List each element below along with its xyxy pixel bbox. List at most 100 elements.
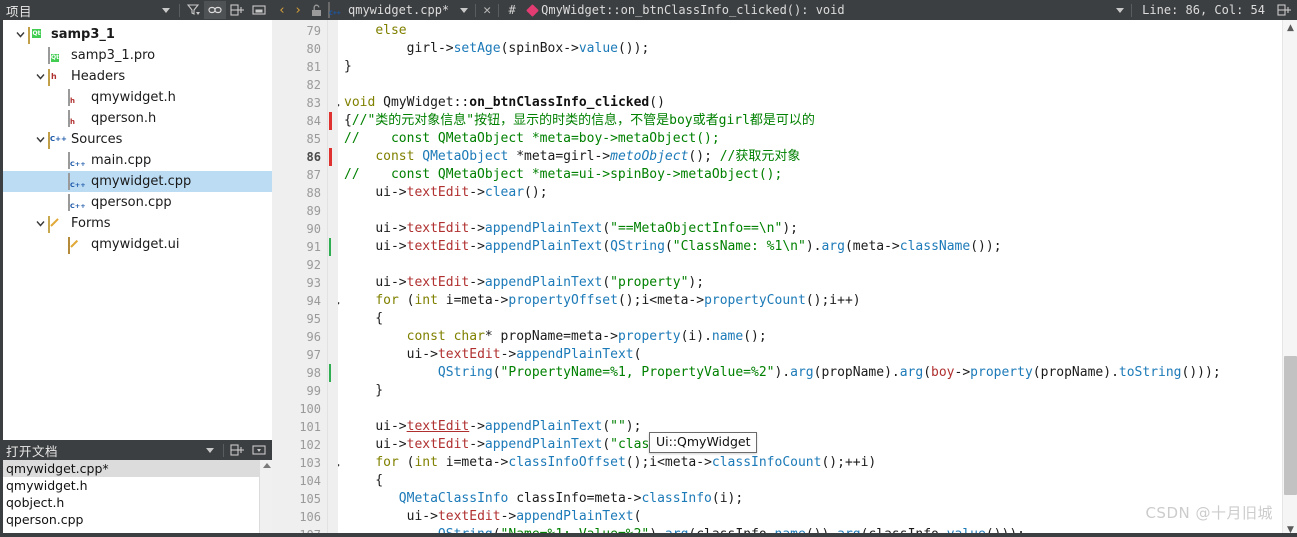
code-line[interactable]: const QMetaObject *meta=girl->metoObject… xyxy=(338,148,1282,166)
code-line[interactable]: ui->textEdit->appendPlainText("classInfo… xyxy=(338,436,1282,454)
scrollbar-thumb[interactable] xyxy=(1284,355,1297,496)
tree-item-qmywidget-h[interactable]: h qmywidget.h xyxy=(0,87,272,108)
editor-filename[interactable]: qmywidget.cpp* xyxy=(348,3,449,17)
symbol-dropdown-caret-icon[interactable] xyxy=(1111,7,1129,13)
code-line[interactable]: { xyxy=(338,310,1282,328)
split-add-icon[interactable] xyxy=(226,441,248,459)
minimize-panel-icon[interactable] xyxy=(248,1,270,19)
code-line[interactable]: QString("PropertyName=%1, PropertyValue=… xyxy=(338,364,1282,382)
project-tree[interactable]: Qt samp3_1 Qt samp3_1.pro h Headers h qmywidget… xyxy=(0,20,272,440)
open-document-item[interactable]: qperson.cpp xyxy=(0,511,272,528)
symbol-tooltip: Ui::QmyWidget xyxy=(649,432,758,453)
tree-item-qperson-h[interactable]: h qperson.h xyxy=(0,108,272,129)
code-line[interactable]: ui->textEdit->appendPlainText("==MetaObj… xyxy=(338,220,1282,238)
tree-item-sources[interactable]: C++ Sources xyxy=(0,129,272,150)
chevron-down-icon[interactable] xyxy=(32,135,48,144)
code-line[interactable]: // const QMetaObject *meta=ui->spinBoy->… xyxy=(338,166,1282,184)
open-documents-header: 打开文档 xyxy=(0,440,272,460)
code-line[interactable]: {//"类的元对象信息"按钮，显示的时类的信息，不管是boy或者girl都是可以… xyxy=(338,112,1282,130)
h-file-icon: h xyxy=(68,109,86,127)
code-line[interactable]: { xyxy=(338,472,1282,490)
editor-symbol-label[interactable]: QmyWidget::on_btnClassInfo_clicked(): vo… xyxy=(541,3,844,17)
code-line[interactable]: for (int i=meta->propertyOffset();i<meta… xyxy=(338,292,1282,310)
editor-vertical-scrollbar[interactable]: ▲ ▼ xyxy=(1282,20,1297,537)
tree-item-main-cpp[interactable]: C++ main.cpp xyxy=(0,150,272,171)
code-line[interactable] xyxy=(338,400,1282,418)
tree-item-headers[interactable]: h Headers xyxy=(0,66,272,87)
tree-item-label: samp3_1.pro xyxy=(71,48,156,63)
project-panel-title: 项目 xyxy=(6,3,33,19)
chevron-down-icon[interactable] xyxy=(32,72,48,81)
minimize-panel-icon[interactable] xyxy=(248,441,270,459)
chevron-right-icon[interactable]: › xyxy=(290,3,306,18)
code-line[interactable]: } xyxy=(338,382,1282,400)
code-text[interactable]: else girl->setAge(spinBox->value());} vo… xyxy=(338,20,1282,537)
editor-area: ‹ › C++ qmywidget.cpp* ✕ # QmyWidget::on… xyxy=(272,0,1297,537)
code-line[interactable]: } xyxy=(338,58,1282,76)
tree-item-label: main.cpp xyxy=(91,153,152,168)
split-add-icon[interactable] xyxy=(1273,1,1295,19)
split-add-icon[interactable] xyxy=(226,1,248,19)
line-number: 86 xyxy=(306,150,321,164)
open-document-item[interactable]: qobject.h xyxy=(0,494,272,511)
chevron-left-icon[interactable]: ‹ xyxy=(274,3,290,18)
caret-down-icon[interactable] xyxy=(155,1,177,19)
method-diamond-icon xyxy=(523,3,541,17)
tree-item-qmywidget-ui[interactable]: qmywidget.ui xyxy=(0,234,272,255)
code-line[interactable] xyxy=(338,256,1282,274)
code-line[interactable]: else xyxy=(338,22,1282,40)
code-line[interactable]: QMetaClassInfo classInfo=meta->classInfo… xyxy=(338,490,1282,508)
h-file-icon: h xyxy=(68,88,86,106)
tree-item-label: samp3_1 xyxy=(51,27,115,42)
filter-icon[interactable] xyxy=(182,1,204,19)
open-documents-panel: 打开文档 qmywidget.cpp* qmywidget.h qobject.h q… xyxy=(0,440,272,537)
window-bottom-strip xyxy=(0,533,1297,537)
code-line[interactable]: ui->textEdit->appendPlainText("property"… xyxy=(338,274,1282,292)
chevron-up-icon[interactable] xyxy=(263,463,271,468)
chevron-down-icon[interactable] xyxy=(32,219,48,228)
tree-item-label: Sources xyxy=(71,132,123,147)
tree-item-samp3-1-pro[interactable]: Qt samp3_1.pro xyxy=(0,45,272,66)
code-line[interactable]: ui->textEdit->appendPlainText( xyxy=(338,508,1282,526)
code-line[interactable]: // const QMetaObject *meta=boy->metaObje… xyxy=(338,130,1282,148)
code-line[interactable]: ui->textEdit->appendPlainText( xyxy=(338,346,1282,364)
line-number: 100 xyxy=(299,402,321,416)
chevron-up-icon[interactable]: ▲ xyxy=(1283,20,1297,35)
code-line[interactable]: girl->setAge(spinBox->value()); xyxy=(338,40,1282,58)
code-line[interactable]: ui->textEdit->appendPlainText(""); xyxy=(338,418,1282,436)
line-number: 102 xyxy=(299,438,321,452)
chevron-down-icon[interactable] xyxy=(12,30,28,39)
tree-item-qmywidget-cpp[interactable]: C++ qmywidget.cpp xyxy=(0,171,272,192)
open-document-item[interactable]: qmywidget.h xyxy=(0,477,272,494)
caret-down-icon[interactable] xyxy=(199,441,221,459)
tree-item-qperson-cpp[interactable]: C++ qperson.cpp xyxy=(0,192,272,213)
cpp-file-icon: C++ xyxy=(328,2,344,18)
line-number: 91 xyxy=(306,240,321,254)
file-dropdown-caret-icon[interactable] xyxy=(455,7,473,13)
ui-file-icon xyxy=(68,236,86,254)
line-number: 82 xyxy=(306,78,321,92)
line-number: 97 xyxy=(306,348,321,362)
unlocked-padlock-icon[interactable] xyxy=(306,4,326,17)
tree-item-forms[interactable]: Forms xyxy=(0,213,272,234)
tree-item-samp3-1[interactable]: Qt samp3_1 xyxy=(0,24,272,45)
code-line[interactable]: for (int i=meta->classInfoOffset();i<met… xyxy=(338,454,1282,472)
open-documents-scrollbar[interactable] xyxy=(259,460,272,537)
code-line[interactable]: ui->textEdit->clear(); xyxy=(338,184,1282,202)
code-editor[interactable]: 79 80 81 82 83 84 85 86 87 88 89 90 91 92 93 94 95 96 97 98… xyxy=(272,20,1297,537)
code-line[interactable]: const char* propName=meta->property(i).n… xyxy=(338,328,1282,346)
hash-icon[interactable]: # xyxy=(501,3,523,17)
code-line[interactable] xyxy=(338,202,1282,220)
line-number: 96 xyxy=(306,330,321,344)
line-number-gutter[interactable]: 79 80 81 82 83 84 85 86 87 88 89 90 91 92 93 94 95 96 97 98… xyxy=(272,20,340,537)
open-document-item[interactable]: qmywidget.cpp* xyxy=(0,460,272,477)
link-icon[interactable] xyxy=(204,1,226,19)
tree-item-label: qmywidget.ui xyxy=(91,237,180,252)
code-line[interactable]: ui->textEdit->appendPlainText(QString("C… xyxy=(338,238,1282,256)
line-number: 95 xyxy=(306,312,321,326)
open-documents-list[interactable]: qmywidget.cpp* qmywidget.h qobject.h qperso… xyxy=(0,460,272,537)
code-line[interactable] xyxy=(338,76,1282,94)
tree-item-label: qmywidget.cpp xyxy=(91,174,192,189)
code-line[interactable]: void QmyWidget::on_btnClassInfo_clicked(… xyxy=(338,94,1282,112)
close-icon[interactable]: ✕ xyxy=(478,3,496,18)
